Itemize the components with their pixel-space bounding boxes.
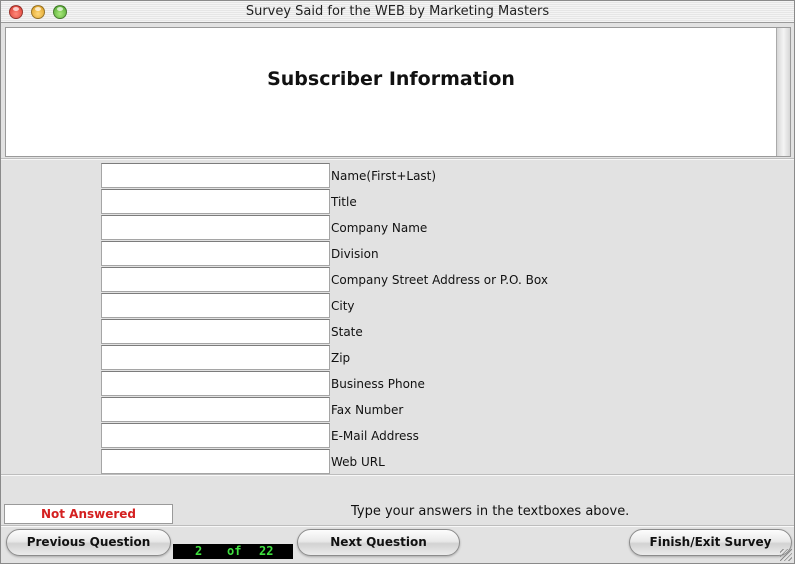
title-field-label: Title	[331, 195, 357, 209]
question-counter: 2 of 22	[173, 544, 293, 559]
title-field[interactable]	[101, 189, 330, 214]
street-address-field-label: Company Street Address or P.O. Box	[331, 273, 548, 287]
finish-exit-survey-button[interactable]: Finish/Exit Survey	[629, 529, 792, 556]
web-url-field[interactable]	[101, 449, 330, 474]
zip-field-label: Zip	[331, 351, 351, 365]
total-question-count: 22	[259, 544, 274, 558]
form-divider	[1, 474, 794, 476]
question-header-panel: Subscriber Information	[5, 27, 791, 157]
business-phone-field[interactable]	[101, 371, 330, 396]
previous-question-button[interactable]: Previous Question	[6, 529, 171, 556]
name-field[interactable]	[101, 163, 330, 188]
business-phone-field-label: Business Phone	[331, 377, 425, 391]
header-divider	[1, 158, 794, 160]
window-title: Survey Said for the WEB by Marketing Mas…	[245, 4, 550, 19]
instruction-text: Type your answers in the textboxes above…	[351, 504, 630, 519]
counter-of-label: of	[227, 544, 242, 558]
street-address-field[interactable]	[101, 267, 330, 292]
title-bar[interactable]: Survey Said for the WEB by Marketing Mas…	[1, 1, 794, 23]
survey-window: Survey Said for the WEB by Marketing Mas…	[0, 0, 795, 564]
name-field-label: Name(First+Last)	[331, 169, 437, 183]
page-title: Subscriber Information	[267, 68, 515, 90]
company-name-field-label: Company Name	[331, 221, 428, 235]
nav-divider	[1, 525, 794, 527]
city-field[interactable]	[101, 293, 330, 318]
city-field-label: City	[331, 299, 355, 313]
fax-number-field-label: Fax Number	[331, 403, 404, 417]
next-question-button[interactable]: Next Question	[297, 529, 460, 556]
state-field-label: State	[331, 325, 363, 339]
current-question-number: 2	[195, 544, 203, 558]
header-scrollbar[interactable]	[776, 28, 790, 156]
email-field-label: E-Mail Address	[331, 429, 419, 443]
state-field[interactable]	[101, 319, 330, 344]
answer-status-badge: Not Answered	[4, 504, 173, 524]
email-field[interactable]	[101, 423, 330, 448]
division-field[interactable]	[101, 241, 330, 266]
company-name-field[interactable]	[101, 215, 330, 240]
zip-field[interactable]	[101, 345, 330, 370]
web-url-field-label: Web URL	[331, 455, 385, 469]
fax-number-field[interactable]	[101, 397, 330, 422]
resize-grip-icon[interactable]	[780, 549, 792, 561]
division-field-label: Division	[331, 247, 379, 261]
